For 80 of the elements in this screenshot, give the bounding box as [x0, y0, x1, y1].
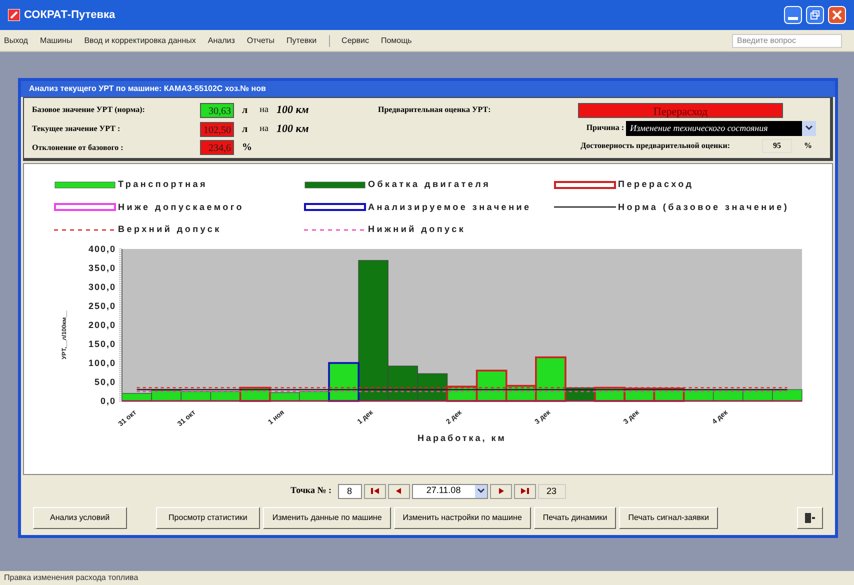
close-icon: [831, 9, 843, 21]
y-tick-label: 300,0: [88, 282, 116, 292]
field-label: Базовое значение УРТ (норма):: [32, 104, 146, 116]
distance-label: 100 км: [276, 122, 309, 137]
menu-item[interactable]: Сервис: [342, 34, 369, 46]
reason-dropdown[interactable]: Изменение технического состояния: [626, 120, 816, 136]
form-title: Анализ текущего УРТ по машине: КАМАЗ-55102С хоз.№ нов: [21, 81, 835, 97]
close-button[interactable]: [828, 6, 846, 24]
y-tick-label: 400,0: [88, 244, 116, 254]
menu-item[interactable]: Отчеты: [246, 34, 275, 46]
distance-label: 100 км: [276, 102, 309, 118]
unit-label: %: [242, 141, 252, 155]
menu-item[interactable]: Анализ: [208, 34, 235, 46]
action-button[interactable]: Печать сигнал-заявки: [619, 507, 718, 529]
total-field: 23: [538, 484, 566, 498]
per-label: на: [260, 122, 268, 136]
chart-bar: [772, 388, 802, 401]
legend-label: Нижний допуск: [368, 223, 466, 236]
value-field: 234,6: [200, 140, 234, 155]
action-button[interactable]: Изменить данные по машине: [263, 507, 391, 529]
y-tick-label: 200,0: [88, 320, 116, 330]
previous-record-button[interactable]: [388, 484, 410, 498]
action-button[interactable]: Просмотр статистики: [156, 507, 260, 529]
y-tick-label: 0,0: [100, 396, 116, 406]
menu-item[interactable]: Путевки: [286, 34, 317, 46]
action-button[interactable]: Анализ условий: [33, 507, 127, 529]
legend-label: Обкатка двигателя: [368, 178, 491, 191]
skip-back-icon: [370, 487, 380, 495]
value-field: 102,50: [200, 122, 234, 136]
menu-item[interactable]: Помощь: [380, 34, 412, 46]
action-button[interactable]: Изменить настройки по машине: [394, 507, 531, 529]
legend-label: Анализируемое значение: [368, 200, 532, 214]
minimize-button[interactable]: [784, 6, 802, 24]
caret-icon: [476, 488, 485, 494]
reason-label: Причина :: [586, 122, 624, 134]
unit-label: л: [242, 122, 248, 136]
chart-bar: [180, 390, 211, 401]
door-exit-icon: [804, 512, 816, 524]
exit-button[interactable]: [797, 507, 823, 529]
legend-label: Ниже допускаемого: [118, 200, 244, 214]
skip-forward-icon: [520, 487, 530, 495]
legend-label: Перерасход: [618, 178, 694, 191]
field-label: Текущее значение УРТ :: [32, 123, 122, 135]
unit-label: л: [242, 104, 248, 118]
minimize-icon: [788, 16, 798, 20]
reliability-label: Достоверность предварительной оценки:: [580, 140, 730, 152]
reliability-field: 95: [762, 139, 792, 154]
x-axis-title: Наработка, км: [418, 432, 506, 442]
legend-label: Транспортная: [118, 178, 208, 191]
point-label: Точка № :: [290, 484, 332, 498]
unit-label: %: [803, 140, 813, 152]
per-label: на: [260, 103, 268, 116]
menu-item[interactable]: Машины: [40, 34, 72, 46]
legend-label: Норма (базовое значение): [618, 200, 790, 214]
point-field: 8: [338, 484, 362, 498]
window-title: СОКРАТ-Путевка: [24, 8, 116, 23]
y-tick-label: 100,0: [88, 358, 116, 368]
y-tick-label: 250,0: [88, 300, 116, 310]
value-field: 30,63: [200, 102, 234, 118]
app-icon: [8, 9, 20, 21]
legend-label: Верхний допуск: [118, 223, 222, 236]
first-record-button[interactable]: [364, 484, 386, 498]
y-tick-label: 150,0: [88, 338, 116, 348]
restore-icon: [809, 9, 821, 21]
help-search-field[interactable]: Введите вопрос: [732, 34, 842, 48]
field-label: Отклонение от базового :: [32, 142, 124, 154]
y-tick-label: 50,0: [94, 376, 116, 386]
status-bar: Правка изменения расхода топлива: [0, 571, 854, 585]
last-record-button[interactable]: [514, 484, 536, 498]
menu-item[interactable]: Выход: [4, 34, 28, 46]
y-tick-label: 350,0: [88, 262, 116, 272]
date-dropdown[interactable]: 27.11.08: [412, 484, 488, 498]
restore-button[interactable]: [806, 6, 824, 24]
action-button[interactable]: Печать динамики: [534, 507, 616, 529]
triangle-left-icon: [394, 487, 404, 495]
caret-icon: [805, 125, 813, 132]
menu-item[interactable]: Ввод и корректировка данных: [84, 34, 196, 46]
next-record-button[interactable]: [490, 484, 512, 498]
estimate-field: Перерасход: [578, 102, 783, 118]
estimate-label: Предварительная оценка УРТ:: [378, 104, 492, 116]
